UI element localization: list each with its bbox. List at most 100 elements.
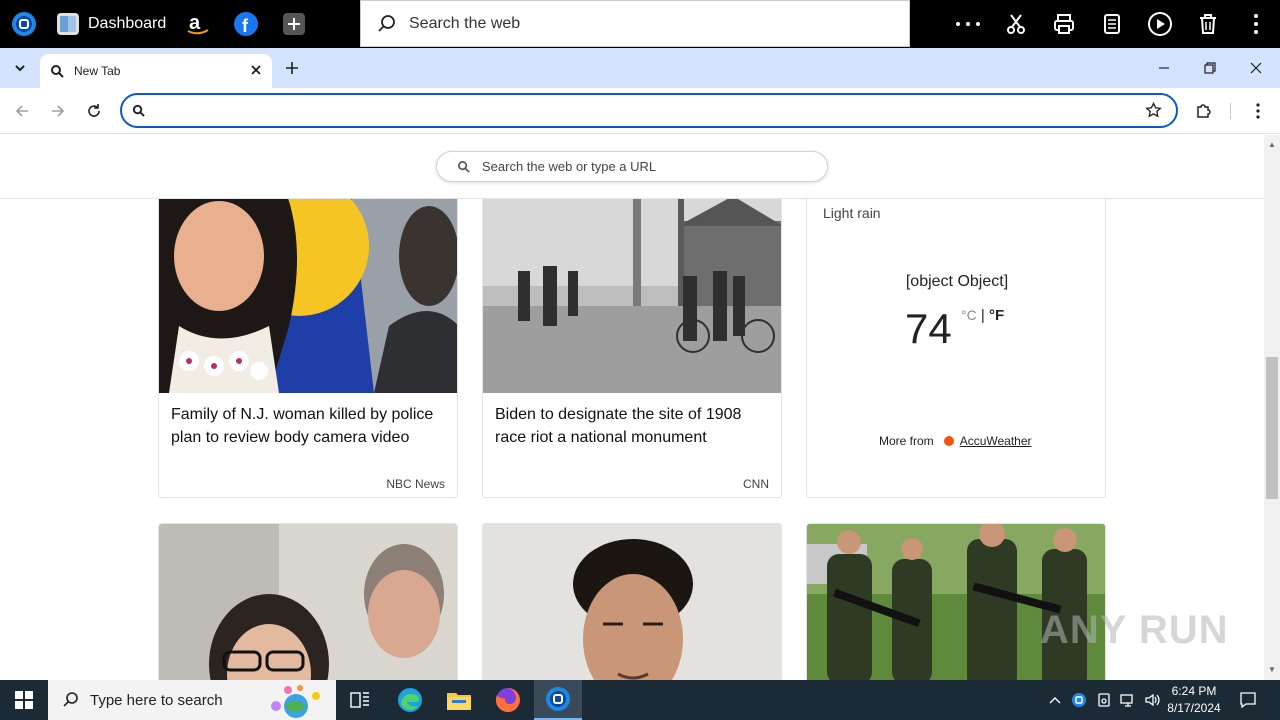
app-bar: Dashboard a f Search the web xyxy=(0,0,1280,48)
web-search-placeholder: Search the web xyxy=(409,14,521,32)
news-image xyxy=(483,176,781,393)
browser-menu-button[interactable] xyxy=(1245,98,1271,124)
browser-toolbar xyxy=(0,88,1280,134)
reload-button[interactable] xyxy=(81,98,107,124)
start-button[interactable] xyxy=(0,680,48,720)
accuweather-link[interactable]: AccuWeather xyxy=(960,434,1032,448)
taskbar-clock[interactable]: 6:24 PM 8/17/2024 xyxy=(1160,683,1228,717)
news-image xyxy=(483,524,781,680)
search-icon xyxy=(63,692,78,707)
task-view-button[interactable] xyxy=(342,680,378,720)
news-image xyxy=(159,176,457,393)
unit-separator: | xyxy=(980,307,985,324)
new-tab-button[interactable] xyxy=(278,54,306,82)
news-card[interactable] xyxy=(482,523,782,680)
news-card[interactable]: Biden to designate the site of 1908 race… xyxy=(482,175,782,498)
minimize-button[interactable] xyxy=(1150,54,1178,82)
unit-celsius[interactable]: °C xyxy=(961,307,977,323)
screen: Dashboard a f Search the web New Tab Sea… xyxy=(0,0,1280,720)
active-app-button[interactable] xyxy=(534,680,582,720)
print-icon[interactable] xyxy=(1048,8,1080,40)
facebook-icon[interactable]: f xyxy=(232,0,260,48)
news-source: CNN xyxy=(743,477,769,491)
dashboard-label: Dashboard xyxy=(88,15,167,32)
forward-button[interactable] xyxy=(45,98,71,124)
page-scrollbar[interactable]: ▲ ▼ xyxy=(1264,135,1280,680)
search-icon xyxy=(132,104,145,117)
task-view-icon xyxy=(350,692,369,708)
play-icon[interactable] xyxy=(1144,8,1176,40)
address-bar[interactable] xyxy=(120,93,1178,128)
arrow-right-icon xyxy=(52,105,65,117)
accuweather-logo-icon xyxy=(943,436,954,446)
edge-icon[interactable] xyxy=(392,680,428,720)
search-highlight-icon xyxy=(271,685,320,718)
chevron-down-icon xyxy=(15,65,25,72)
windows-taskbar: Type here to search 6:24 PM 8/17/2024 xyxy=(0,680,1280,720)
tab-new-tab[interactable]: New Tab xyxy=(40,54,272,88)
address-input[interactable] xyxy=(156,101,1136,121)
search-icon xyxy=(51,65,64,78)
app-logo-icon[interactable] xyxy=(10,0,38,48)
reload-icon xyxy=(88,104,100,117)
news-card[interactable] xyxy=(158,523,458,680)
news-card[interactable]: Family of N.J. woman killed by police pl… xyxy=(158,175,458,498)
kebab-menu-icon xyxy=(1256,103,1260,119)
restore-button[interactable] xyxy=(1196,54,1224,82)
scissors-icon[interactable] xyxy=(1000,8,1032,40)
search-icon xyxy=(458,161,470,173)
close-icon xyxy=(1250,62,1262,74)
weather-condition: Light rain xyxy=(823,205,881,221)
page-search-placeholder: Search the web or type a URL xyxy=(482,159,657,174)
news-image xyxy=(159,524,457,680)
weather-location: [object Object] xyxy=(905,273,1009,290)
unit-fahrenheit[interactable]: °F xyxy=(989,307,1004,324)
bookmark-star-icon[interactable] xyxy=(1145,102,1162,119)
minimize-icon xyxy=(1159,67,1169,69)
weather-temperature: 74 xyxy=(905,305,952,352)
weather-card[interactable]: Light rain [object Object] 74 °C | °F Mo… xyxy=(806,175,1106,498)
more-options-icon[interactable] xyxy=(952,8,984,40)
kebab-menu-icon[interactable] xyxy=(1240,8,1272,40)
windows-logo-icon xyxy=(15,691,33,709)
add-shortcut-icon[interactable] xyxy=(280,0,308,48)
search-icon xyxy=(378,14,395,32)
news-headline: Family of N.J. woman killed by police pl… xyxy=(171,406,434,446)
close-tab-button[interactable] xyxy=(248,62,264,78)
close-window-button[interactable] xyxy=(1242,54,1270,82)
new-tab-page: Search the web or type a URL Family of N… xyxy=(0,135,1264,680)
amazon-icon[interactable]: a xyxy=(184,0,212,48)
anyrun-watermark: ANY RUN xyxy=(1040,608,1229,652)
file-explorer-icon[interactable] xyxy=(441,680,477,720)
page-search-box[interactable]: Search the web or type a URL xyxy=(436,151,828,182)
news-card[interactable] xyxy=(806,523,1106,680)
clock-date: 8/17/2024 xyxy=(1167,701,1221,715)
notifications-button[interactable] xyxy=(1234,680,1262,720)
tab-list-button[interactable] xyxy=(6,54,34,82)
chevron-up-icon[interactable] xyxy=(1046,680,1064,720)
news-headline: Biden to designate the site of 1908 race… xyxy=(495,406,742,446)
extensions-button[interactable] xyxy=(1191,98,1217,124)
network-icon[interactable] xyxy=(1117,680,1139,720)
firefox-icon[interactable] xyxy=(490,680,526,720)
tray-device-icon[interactable] xyxy=(1093,680,1115,720)
toolbar-divider xyxy=(1230,103,1231,119)
scroll-up-icon[interactable]: ▲ xyxy=(1268,141,1276,149)
svg-text:f: f xyxy=(242,16,249,36)
scroll-down-icon[interactable]: ▼ xyxy=(1268,666,1276,674)
tab-strip: New Tab xyxy=(0,48,1280,88)
back-button[interactable] xyxy=(9,98,35,124)
arrow-left-icon xyxy=(15,105,28,117)
tray-app-icon[interactable] xyxy=(1068,680,1090,720)
notes-icon[interactable] xyxy=(1096,8,1128,40)
app-logo-icon xyxy=(546,687,570,711)
taskbar-search-box[interactable]: Type here to search xyxy=(48,680,336,720)
plus-icon xyxy=(286,62,298,74)
dashboard-icon xyxy=(57,13,79,35)
svg-text:a: a xyxy=(189,12,201,34)
dashboard-button[interactable]: Dashboard xyxy=(56,0,168,48)
scrollbar-thumb[interactable] xyxy=(1266,357,1278,499)
trash-icon[interactable] xyxy=(1192,8,1224,40)
web-search-box[interactable]: Search the web xyxy=(360,0,910,47)
close-icon xyxy=(251,65,261,75)
